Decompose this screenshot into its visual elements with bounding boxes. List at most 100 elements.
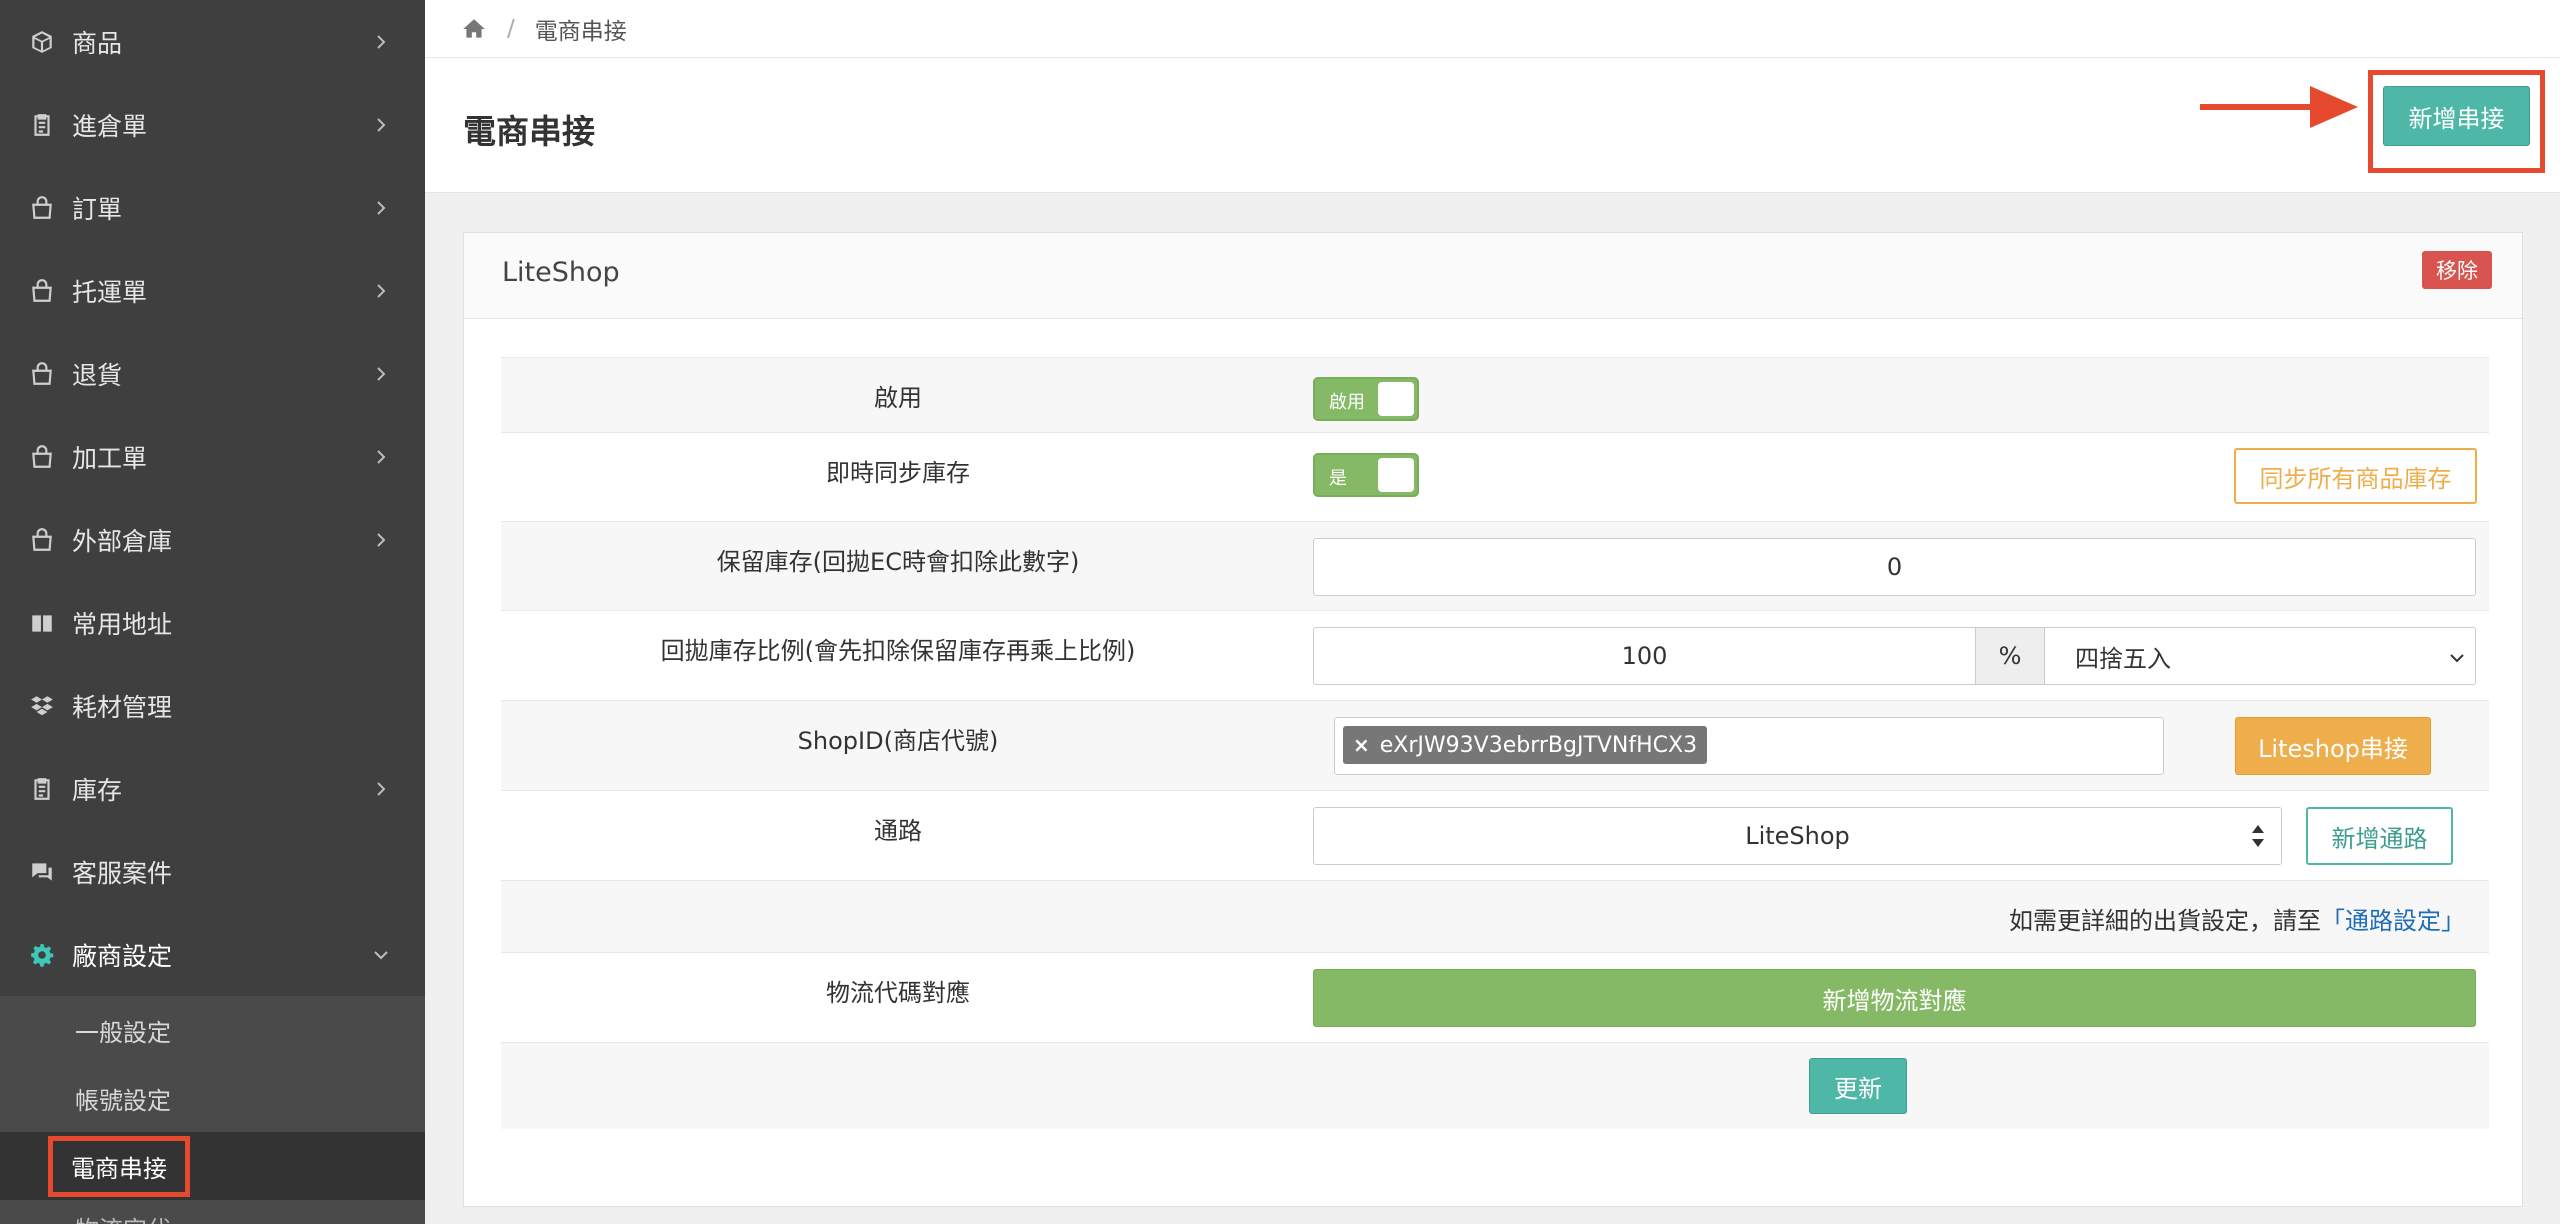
realtime-sync-toggle[interactable]: 是 xyxy=(1313,453,1419,497)
bag-icon xyxy=(28,277,56,305)
note-text: 如需更詳細的出貨設定，請至 xyxy=(2009,907,2321,935)
sort-arrows-icon xyxy=(2252,825,2264,847)
sidebar-item-products[interactable]: 商品 xyxy=(0,0,425,83)
sidebar-item-external-warehouse[interactable]: 外部倉庫 xyxy=(0,498,425,581)
sidebar-item-returns[interactable]: 退貨 xyxy=(0,332,425,415)
settings-form: 啟用 啟用 即時同步庫存 是 同步所有商品庫存 保留庫存(回拋EC時會扣除此數字… xyxy=(501,357,2489,1129)
breadcrumb: / 電商串接 xyxy=(425,0,2560,58)
sidebar-item-addresses[interactable]: 常用地址 xyxy=(0,581,425,664)
clipboard-icon xyxy=(28,775,56,803)
sidebar-item-vendor-settings[interactable]: 廠商設定 xyxy=(0,913,425,996)
enable-toggle-text: 啟用 xyxy=(1329,392,1365,413)
row-shopid: ShopID(商店代號) × eXrJW93V3ebrrBgJTVNfHCX3 … xyxy=(501,700,2489,790)
add-logistics-mapping-button[interactable]: 新增物流對應 xyxy=(1313,969,2476,1027)
sidebar-item-label: 客服案件 xyxy=(72,858,173,888)
subnav-logistics[interactable]: 物流定代 xyxy=(0,1200,425,1224)
integration-panel: LiteShop 移除 啟用 啟用 即時同步庫存 是 同步所有商品庫存 保留庫存… xyxy=(463,232,2523,1207)
bag-icon xyxy=(28,360,56,388)
rounding-select[interactable]: 四捨五入 xyxy=(2044,627,2476,685)
rounding-select-value: 四捨五入 xyxy=(2075,644,2171,673)
row-enable: 啟用 啟用 xyxy=(501,357,2489,432)
channel-settings-note: 如需更詳細的出貨設定，請至「通路設定」 xyxy=(2009,901,2465,936)
row-realtime-sync: 即時同步庫存 是 同步所有商品庫存 xyxy=(501,432,2489,521)
sidebar-item-label: 常用地址 xyxy=(72,609,173,639)
dropbox-icon xyxy=(28,692,56,720)
enable-toggle[interactable]: 啟用 xyxy=(1313,377,1419,421)
realtime-sync-toggle-text: 是 xyxy=(1329,468,1347,489)
channel-settings-link[interactable]: 「通路設定」 xyxy=(2321,907,2465,935)
subnav-label: 帳號設定 xyxy=(75,1086,171,1115)
chevron-down-icon xyxy=(2450,654,2464,663)
page-title: 電商串接 xyxy=(463,112,595,151)
channel-select[interactable]: LiteShop xyxy=(1313,807,2282,865)
add-integration-button[interactable]: 新增串接 xyxy=(2383,86,2530,146)
page-header: 電商串接 新增串接 xyxy=(425,58,2560,193)
row-channel-note: 如需更詳細的出貨設定，請至「通路設定」 xyxy=(501,880,2489,952)
sync-all-stock-button[interactable]: 同步所有商品庫存 xyxy=(2234,448,2477,504)
add-channel-button[interactable]: 新增通路 xyxy=(2306,807,2453,865)
chevron-right-icon xyxy=(377,781,386,796)
subnav-label: 一般設定 xyxy=(75,1018,171,1047)
reserve-stock-label: 保留庫存(回拋EC時會扣除此數字) xyxy=(716,548,1080,576)
book-icon xyxy=(28,609,56,637)
percent-addon: % xyxy=(1975,627,2045,685)
sidebar-item-inbound[interactable]: 進倉單 xyxy=(0,83,425,166)
row-reserve-stock: 保留庫存(回拋EC時會扣除此數字) 0 xyxy=(501,521,2489,610)
ratio-input[interactable]: 100 xyxy=(1313,627,1976,685)
box-icon xyxy=(28,28,56,56)
toggle-knob xyxy=(1378,458,1414,492)
sidebar-item-shipping[interactable]: 托運單 xyxy=(0,249,425,332)
row-ratio: 回拋庫存比例(會先扣除保留庫存再乘上比例) 100 % 四捨五入 xyxy=(501,610,2489,700)
logistics-label: 物流代碼對應 xyxy=(826,979,970,1007)
vendor-settings-submenu: 一般設定 帳號設定 電商串接 物流定代 xyxy=(0,996,425,1224)
panel-title: LiteShop xyxy=(502,257,620,288)
shopid-tag-input[interactable]: × eXrJW93V3ebrrBgJTVNfHCX3 xyxy=(1334,717,2164,775)
chevron-right-icon xyxy=(377,366,386,381)
subnav-label: 電商串接 xyxy=(48,1135,190,1197)
sidebar-item-orders[interactable]: 訂單 xyxy=(0,166,425,249)
subnav-label: 物流定代 xyxy=(75,1210,171,1224)
sidebar: 商品 進倉單 訂單 托運單 退貨 加工單 外部倉庫 常用地址 耗材管理 庫存 客… xyxy=(0,0,425,1224)
channel-select-value: LiteShop xyxy=(1745,822,1850,850)
enable-label: 啟用 xyxy=(874,384,922,412)
tag-remove-icon[interactable]: × xyxy=(1353,733,1370,757)
sidebar-item-label: 耗材管理 xyxy=(72,692,173,722)
remove-button[interactable]: 移除 xyxy=(2422,251,2492,289)
reserve-stock-input[interactable]: 0 xyxy=(1313,538,2476,596)
subnav-general-settings[interactable]: 一般設定 xyxy=(0,996,425,1064)
sidebar-item-inventory[interactable]: 庫存 xyxy=(0,747,425,830)
breadcrumb-current: 電商串接 xyxy=(534,18,627,45)
row-channel: 通路 LiteShop 新增通路 xyxy=(501,790,2489,880)
gear-icon xyxy=(28,941,56,969)
chevron-right-icon xyxy=(377,117,386,132)
liteshop-connect-button[interactable]: Liteshop串接 xyxy=(2235,717,2431,775)
realtime-sync-label: 即時同步庫存 xyxy=(826,459,970,487)
update-button[interactable]: 更新 xyxy=(1809,1058,1907,1114)
annotation-arrow-icon xyxy=(2200,86,2358,128)
sidebar-item-processing[interactable]: 加工單 xyxy=(0,415,425,498)
shopid-label: ShopID(商店代號) xyxy=(797,727,999,755)
bag-icon xyxy=(28,443,56,471)
home-icon[interactable] xyxy=(461,16,487,42)
ratio-label: 回拋庫存比例(會先扣除保留庫存再乘上比例) xyxy=(660,637,1136,665)
chevron-right-icon xyxy=(377,283,386,298)
subnav-ecommerce-integration[interactable]: 電商串接 xyxy=(0,1132,425,1200)
channel-label: 通路 xyxy=(874,817,922,845)
bag-icon xyxy=(28,526,56,554)
chevron-down-icon xyxy=(374,950,388,959)
bag-icon xyxy=(28,194,56,222)
toggle-knob xyxy=(1378,382,1414,416)
chevron-right-icon xyxy=(377,532,386,547)
subnav-account-settings[interactable]: 帳號設定 xyxy=(0,1064,425,1132)
chevron-right-icon xyxy=(377,200,386,215)
chat-icon xyxy=(28,858,56,886)
panel-header: LiteShop 移除 xyxy=(464,233,2522,319)
chevron-right-icon xyxy=(377,34,386,49)
chevron-right-icon xyxy=(377,449,386,464)
breadcrumb-separator: / xyxy=(507,15,515,42)
clipboard-icon xyxy=(28,111,56,139)
shopid-tag: × eXrJW93V3ebrrBgJTVNfHCX3 xyxy=(1343,726,1708,764)
sidebar-item-support[interactable]: 客服案件 xyxy=(0,830,425,913)
sidebar-item-consumables[interactable]: 耗材管理 xyxy=(0,664,425,747)
shopid-tag-text: eXrJW93V3ebrrBgJTVNfHCX3 xyxy=(1379,732,1698,758)
